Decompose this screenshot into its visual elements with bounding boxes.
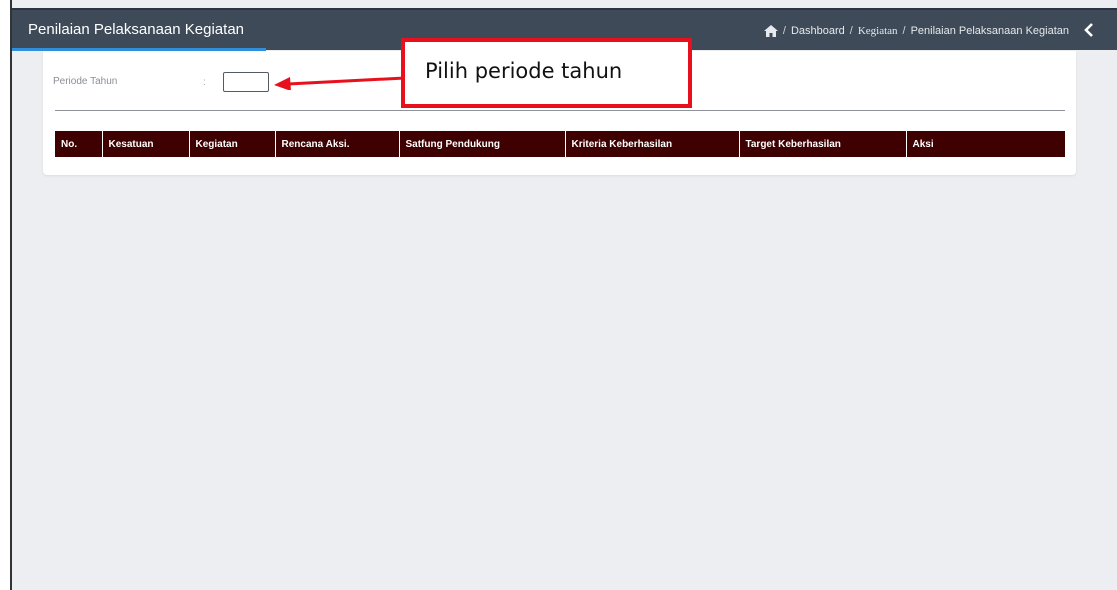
column-header-target-keberhasilan: Target Keberhasilan	[739, 131, 907, 157]
column-header-rencana-aksi: Rencana Aksi.	[275, 131, 400, 157]
breadcrumb-current: Penilaian Pelaksanaan Kegiatan	[910, 25, 1069, 37]
callout-text: Pilih periode tahun	[425, 59, 623, 83]
period-colon: :	[203, 77, 206, 88]
table-header-row: No. Kesatuan Kegiatan Rencana Aksi. Satf…	[55, 131, 1065, 157]
column-header-satfung-pendukung: Satfung Pendukung	[399, 131, 566, 157]
page-title: Penilaian Pelaksanaan Kegiatan	[28, 21, 244, 38]
breadcrumb-separator: /	[782, 25, 786, 37]
breadcrumb-dashboard[interactable]: Dashboard	[791, 25, 845, 37]
period-year-input[interactable]	[223, 72, 269, 92]
divider	[55, 110, 1065, 111]
chevron-left-icon[interactable]	[1083, 23, 1095, 37]
window-left-edge	[0, 0, 12, 590]
column-header-aksi: Aksi	[906, 131, 1065, 157]
column-header-no: No.	[55, 131, 103, 157]
column-header-kriteria-keberhasilan: Kriteria Keberhasilan	[565, 131, 740, 157]
annotation-arrow	[274, 76, 406, 90]
breadcrumb-separator: /	[849, 25, 853, 37]
breadcrumb-kegiatan[interactable]: Kegiatan	[858, 25, 898, 37]
breadcrumb-separator: /	[902, 25, 906, 37]
activity-table: No. Kesatuan Kegiatan Rencana Aksi. Satf…	[55, 131, 1065, 157]
breadcrumb: / Dashboard / Kegiatan / Penilaian Pelak…	[763, 25, 1069, 37]
column-header-kegiatan: Kegiatan	[189, 131, 276, 157]
annotation-callout: Pilih periode tahun	[401, 38, 692, 108]
home-icon[interactable]	[763, 25, 778, 37]
column-header-kesatuan: Kesatuan	[102, 131, 190, 157]
period-label: Periode Tahun	[53, 76, 118, 87]
